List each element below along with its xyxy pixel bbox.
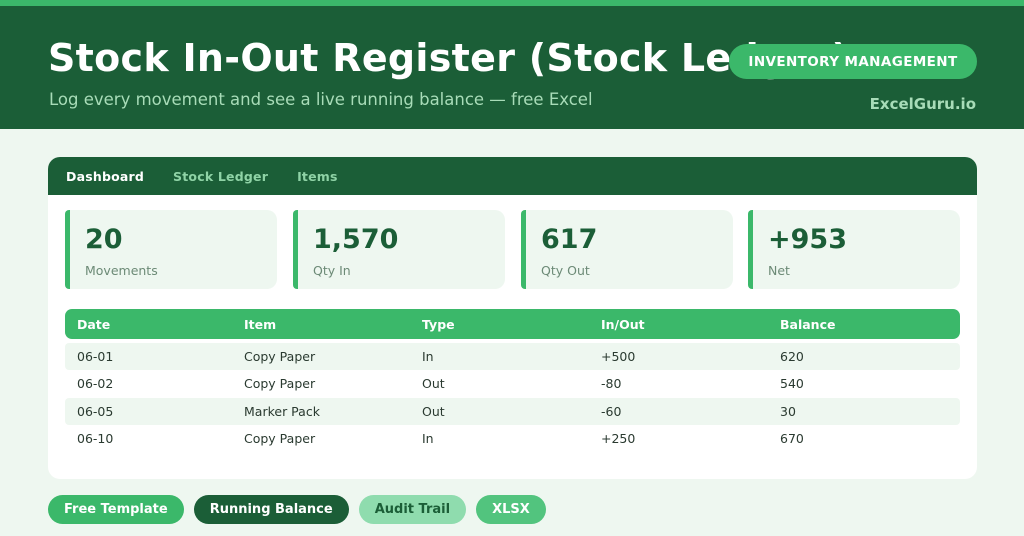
cell-type: In	[422, 431, 434, 447]
tag-audit-trail: Audit Trail	[358, 495, 467, 524]
cell-date: 06-01	[77, 349, 114, 365]
cell-in-out: +250	[601, 431, 636, 447]
table-row[interactable]: 06-02 Copy Paper Out -80 540	[65, 370, 960, 397]
page-header: Stock In-Out Register (Stock Ledger) Log…	[0, 6, 1024, 129]
page-subtitle: Log every movement and see a live runnin…	[49, 90, 593, 109]
column-header-type: Type	[422, 316, 455, 332]
stat-label: Qty Out	[541, 263, 590, 278]
stat-net: +953 Net	[748, 210, 960, 289]
cell-type: In	[422, 349, 434, 365]
cell-date: 06-05	[77, 403, 114, 419]
column-header-balance: Balance	[780, 316, 836, 332]
column-header-item: Item	[244, 316, 277, 332]
stat-qty-in: 1,570 Qty In	[293, 210, 505, 289]
stat-value: +953	[768, 224, 847, 255]
tab-bar: Dashboard Stock Ledger Items	[48, 157, 977, 195]
cell-balance: 540	[780, 376, 804, 392]
cell-item: Marker Pack	[244, 403, 320, 419]
tag-free-template: Free Template	[48, 495, 184, 524]
brand-label: ExcelGuru.io	[869, 95, 976, 113]
cell-balance: 670	[780, 431, 804, 447]
stat-label: Net	[768, 263, 790, 278]
category-badge: INVENTORY MANAGEMENT	[729, 44, 977, 79]
column-header-in-out: In/Out	[601, 316, 645, 332]
cell-in-out: -60	[601, 403, 622, 419]
cell-date: 06-10	[77, 431, 114, 447]
cell-in-out: +500	[601, 349, 636, 365]
cell-type: Out	[422, 376, 445, 392]
table-row[interactable]: 06-10 Copy Paper In +250 670	[65, 425, 960, 452]
cell-item: Copy Paper	[244, 376, 316, 392]
table-header: Date Item Type In/Out Balance	[65, 309, 960, 339]
stat-value: 617	[541, 224, 598, 255]
tab-stock-ledger[interactable]: Stock Ledger	[173, 169, 268, 184]
cell-item: Copy Paper	[244, 431, 316, 447]
stat-value: 20	[85, 224, 123, 255]
dashboard-card: Dashboard Stock Ledger Items 20 Movement…	[48, 157, 977, 479]
table-row[interactable]: 06-01 Copy Paper In +500 620	[65, 343, 960, 371]
stat-movements: 20 Movements	[65, 210, 277, 289]
cell-in-out: -80	[601, 376, 622, 392]
column-header-date: Date	[77, 316, 111, 332]
stat-value: 1,570	[313, 224, 399, 255]
cell-balance: 620	[780, 349, 804, 365]
cell-balance: 30	[780, 403, 796, 419]
tag-xlsx: XLSX	[476, 495, 546, 524]
table-row[interactable]: 06-05 Marker Pack Out -60 30	[65, 397, 960, 425]
cell-type: Out	[422, 403, 445, 419]
tag-running-balance: Running Balance	[193, 495, 349, 524]
cell-item: Copy Paper	[244, 349, 316, 365]
tab-items[interactable]: Items	[297, 169, 338, 184]
ledger-table: Date Item Type In/Out Balance 06-01 Copy…	[65, 309, 960, 452]
tag-list: Free Template Running Balance Audit Trai…	[48, 495, 556, 524]
stat-label: Qty In	[313, 263, 351, 278]
stat-label: Movements	[85, 263, 158, 278]
tab-dashboard[interactable]: Dashboard	[66, 169, 144, 184]
cell-date: 06-02	[77, 376, 114, 392]
stat-qty-out: 617 Qty Out	[521, 210, 733, 289]
